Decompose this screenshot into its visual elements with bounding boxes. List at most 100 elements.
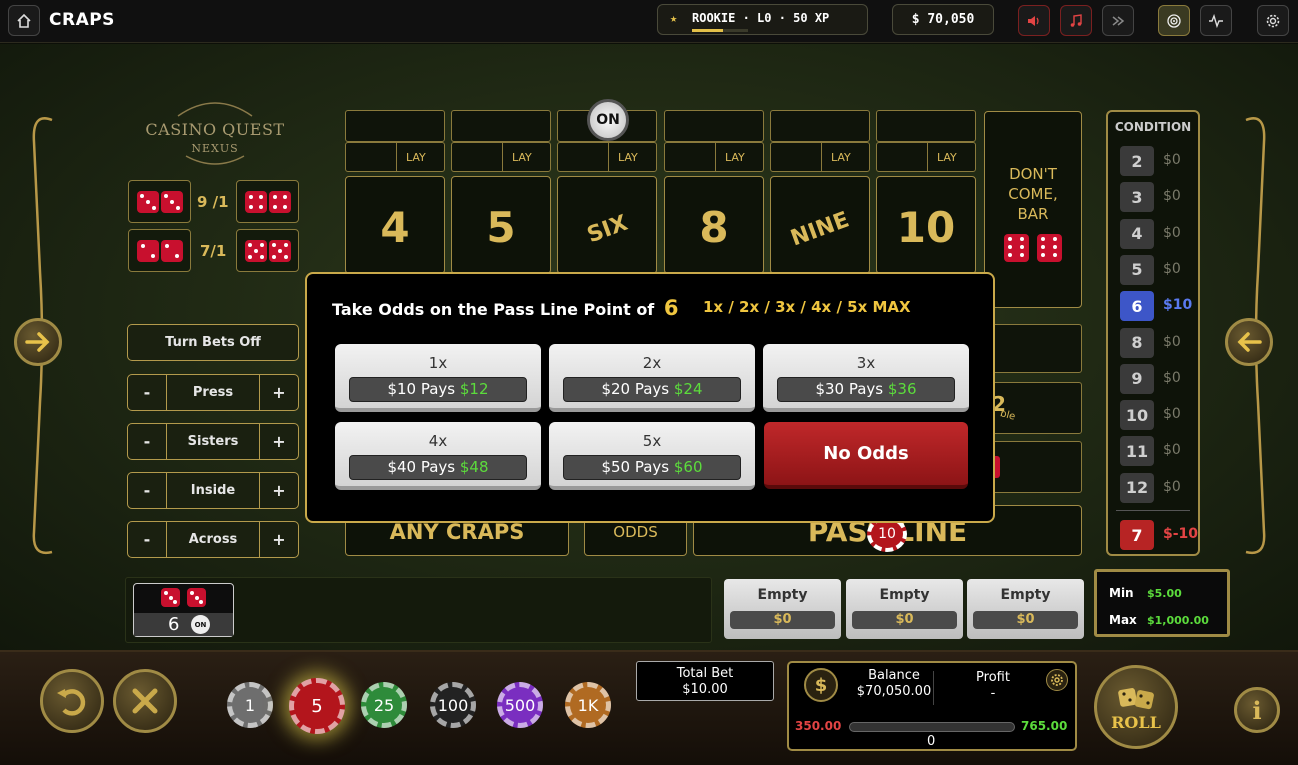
next-arrow-button[interactable] xyxy=(14,318,62,366)
chip-5[interactable]: 5 xyxy=(289,678,345,734)
place-bet-8[interactable]: 8 xyxy=(664,176,764,274)
condition-panel: CONDITION 2 $0 3 $0 4 $0 5 $0 6 $10 8 $0 9 $0 10 $0 11 $0… xyxy=(1106,110,1200,556)
odds-5x-button[interactable]: 5x $50 Pays $60 xyxy=(549,422,755,490)
bet-area-hidden-3[interactable] xyxy=(985,441,1082,493)
odds-1x-button[interactable]: 1x $10 Pays $12 xyxy=(335,344,541,412)
clear-bets-button[interactable] xyxy=(113,669,177,733)
no-odds-button[interactable]: No Odds xyxy=(764,422,968,489)
place-bet-5[interactable]: 5 xyxy=(451,176,551,274)
bet-area-hidden-2[interactable]: 2 ble xyxy=(985,382,1082,434)
odds-2x-button[interactable]: 2x $20 Pays $24 xyxy=(549,344,755,412)
undo-button[interactable] xyxy=(40,669,104,733)
profit-settings-gear-icon[interactable] xyxy=(1046,669,1068,691)
number-4-top-slot[interactable] xyxy=(664,110,764,142)
sisters-control: - Sisters + xyxy=(127,423,299,460)
lay-label: LAY xyxy=(406,151,426,164)
odds-payout: $10 Pays $12 xyxy=(349,377,527,402)
prop-dice-5-5[interactable] xyxy=(236,229,299,272)
empty-bet-slot[interactable]: Empty $0 xyxy=(846,579,963,639)
place-bet-10[interactable]: 10 xyxy=(876,176,976,274)
chip-500[interactable]: 500 xyxy=(497,682,543,728)
press-control: - Press + xyxy=(127,374,299,411)
balance-divider xyxy=(933,671,934,705)
odds-label: ODDS xyxy=(613,522,658,541)
press-minus-button[interactable]: - xyxy=(128,375,166,410)
prop-dice-3-6[interactable] xyxy=(128,180,191,223)
sisters-label: Sisters xyxy=(166,424,260,459)
profit-value: - xyxy=(990,686,996,701)
odds-pay-amount: $48 xyxy=(459,458,489,476)
rank-badge: ★ ROOKIE · L0 · 50 XP xyxy=(657,4,868,35)
condition-number-4: 4 xyxy=(1120,218,1154,249)
sisters-minus-button[interactable]: - xyxy=(128,424,166,459)
place-bet-nine[interactable]: NINE xyxy=(770,176,870,274)
chip-1[interactable]: 1 xyxy=(227,682,273,728)
lay-label: LAY xyxy=(937,151,957,164)
target-icon[interactable] xyxy=(1158,5,1190,36)
last-roll-footer xyxy=(134,613,233,636)
fast-forward-icon[interactable] xyxy=(1102,5,1134,36)
page-title: CRAPS xyxy=(49,10,115,30)
odds-4x-button[interactable]: 4x $40 Pays $48 xyxy=(335,422,541,490)
star-icon: ★ xyxy=(670,11,678,25)
number-1-top-slot[interactable] xyxy=(345,110,445,142)
dont-come-bar[interactable]: DON'T COME, BAR xyxy=(984,111,1082,308)
prev-arrow-button[interactable] xyxy=(1225,318,1273,366)
turn-bets-off-button[interactable]: Turn Bets Off xyxy=(127,324,299,361)
total-bet-panel: Total Bet $10.00 xyxy=(636,661,774,701)
condition-value-4: $0 xyxy=(1163,224,1181,241)
home-icon[interactable] xyxy=(8,5,40,36)
modal-point: 6 xyxy=(663,296,679,320)
music-icon[interactable] xyxy=(1060,5,1092,36)
sound-icon[interactable] xyxy=(1018,5,1050,36)
number-5-top-slot[interactable] xyxy=(770,110,870,142)
last-roll-total: 6 xyxy=(168,614,180,635)
number-4-lay-slot[interactable]: LAY xyxy=(664,142,764,172)
across-minus-button[interactable]: - xyxy=(128,522,166,557)
condition-seven-number: 7 xyxy=(1120,520,1154,550)
inside-plus-button[interactable]: + xyxy=(260,473,298,508)
press-plus-button[interactable]: + xyxy=(260,375,298,410)
odds-payout: $50 Pays $60 xyxy=(563,455,741,480)
empty-bet-slot[interactable]: Empty $0 xyxy=(724,579,841,639)
roll-button[interactable]: ROLL xyxy=(1094,665,1178,749)
hidden-ble-label: ble xyxy=(998,408,1017,423)
place-bet-4[interactable]: 4 xyxy=(345,176,445,274)
place-bet-six[interactable]: SIX xyxy=(557,176,657,274)
bet-area-hidden-1[interactable] xyxy=(985,324,1082,373)
empty-slot-value: $0 xyxy=(973,611,1078,629)
odds-payout: $20 Pays $24 xyxy=(563,377,741,402)
number-2-lay-slot[interactable]: LAY xyxy=(451,142,551,172)
number-1-lay-slot[interactable]: LAY xyxy=(345,142,445,172)
logo-line1: CASINO QUEST xyxy=(145,120,285,139)
number-6-top-slot[interactable] xyxy=(876,110,976,142)
chip-100[interactable]: 100 xyxy=(430,682,476,728)
prop-dice-4-4[interactable] xyxy=(236,180,299,223)
settings-gear-icon[interactable] xyxy=(1257,5,1289,36)
prop-dice-2-2[interactable] xyxy=(128,229,191,272)
info-button[interactable]: i xyxy=(1234,687,1280,733)
number-3-lay-slot[interactable]: LAY xyxy=(557,142,657,172)
across-plus-button[interactable]: + xyxy=(260,522,298,557)
balance-block: Balance $70,050.00 xyxy=(844,668,944,700)
max-value: $1,000.00 xyxy=(1147,614,1209,627)
empty-bet-slot[interactable]: Empty $0 xyxy=(967,579,1084,639)
number-6-lay-slot[interactable]: LAY xyxy=(876,142,976,172)
odds-3x-button[interactable]: 3x $30 Pays $36 xyxy=(763,344,969,412)
number-2-top-slot[interactable] xyxy=(451,110,551,142)
top-bar: CRAPS ★ ROOKIE · L0 · 50 XP $ 70,050 xyxy=(0,0,1298,43)
inside-minus-button[interactable]: - xyxy=(128,473,166,508)
number-5-lay-slot[interactable]: LAY xyxy=(770,142,870,172)
condition-number-12: 12 xyxy=(1120,472,1154,503)
chip-1K[interactable]: 1K xyxy=(565,682,611,728)
condition-number-9: 9 xyxy=(1120,363,1154,394)
arrow-right-icon xyxy=(25,332,50,352)
condition-value-10: $0 xyxy=(1163,406,1181,423)
chip-25[interactable]: 25 xyxy=(361,682,407,728)
table-limits: Min $5.00 Max $1,000.00 xyxy=(1094,569,1230,637)
condition-value-3: $0 xyxy=(1163,188,1181,205)
lay-divider xyxy=(715,143,716,171)
sisters-plus-button[interactable]: + xyxy=(260,424,298,459)
arrow-left-icon xyxy=(1237,332,1262,352)
activity-icon[interactable] xyxy=(1200,5,1232,36)
